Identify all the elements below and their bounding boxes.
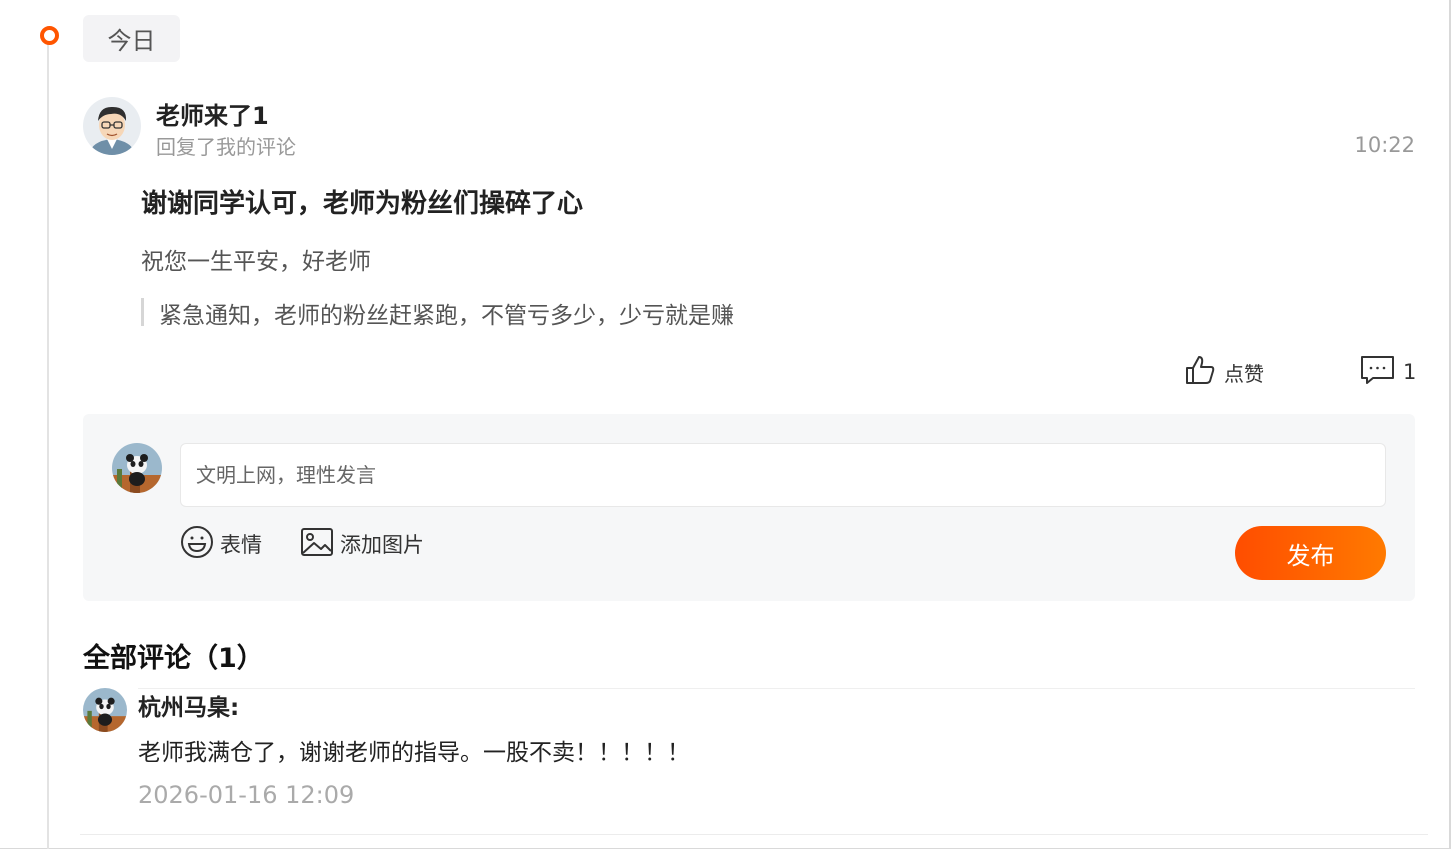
divider bbox=[80, 834, 1428, 835]
reply-text[interactable]: 谢谢同学认可，老师为粉丝们操碎了心 bbox=[141, 183, 583, 220]
comment-text: 老师我满仓了，谢谢老师的指导。一股不卖！！！！！ bbox=[138, 740, 690, 766]
my-avatar bbox=[112, 443, 162, 493]
quote-bar bbox=[141, 298, 144, 326]
timeline-line bbox=[47, 44, 49, 849]
divider bbox=[138, 688, 1415, 689]
quoted-text: 紧急通知，老师的粉丝赶紧跑，不管亏多少，少亏就是赚 bbox=[159, 303, 734, 329]
emoji-label: 表情 bbox=[220, 533, 262, 557]
add-image-button[interactable]: 添加图片 bbox=[300, 527, 424, 561]
commenter-avatar[interactable] bbox=[83, 688, 127, 732]
reply-input[interactable] bbox=[180, 443, 1386, 507]
smile-icon bbox=[180, 525, 214, 564]
comment-button[interactable]: 1 bbox=[1360, 355, 1416, 389]
author-avatar[interactable] bbox=[83, 97, 141, 155]
image-icon bbox=[300, 527, 334, 562]
add-image-label: 添加图片 bbox=[340, 533, 424, 557]
timeline-dot bbox=[40, 26, 59, 45]
all-comments-title: 全部评论（1） bbox=[83, 643, 264, 674]
like-button[interactable]: 点赞 bbox=[1184, 355, 1264, 389]
author-action: 回复了我的评论 bbox=[156, 135, 296, 159]
comment-bubble-icon bbox=[1360, 354, 1395, 390]
author-name[interactable]: 老师来了1 bbox=[156, 96, 269, 131]
notification-time: 10:22 bbox=[1354, 133, 1415, 157]
date-chip: 今日 bbox=[83, 15, 180, 62]
reply-box: 表情 添加图片 发布 bbox=[83, 414, 1415, 601]
my-comment-text: 祝您一生平安，好老师 bbox=[141, 249, 371, 275]
commenter-name[interactable]: 杭州马臬: bbox=[138, 688, 239, 722]
emoji-button[interactable]: 表情 bbox=[180, 525, 262, 564]
thumbs-up-icon bbox=[1184, 354, 1216, 390]
comment-date: 2026-01-16 12:09 bbox=[138, 781, 355, 809]
like-label: 点赞 bbox=[1224, 361, 1264, 386]
comment-count: 1 bbox=[1403, 360, 1417, 384]
publish-button[interactable]: 发布 bbox=[1235, 526, 1386, 580]
